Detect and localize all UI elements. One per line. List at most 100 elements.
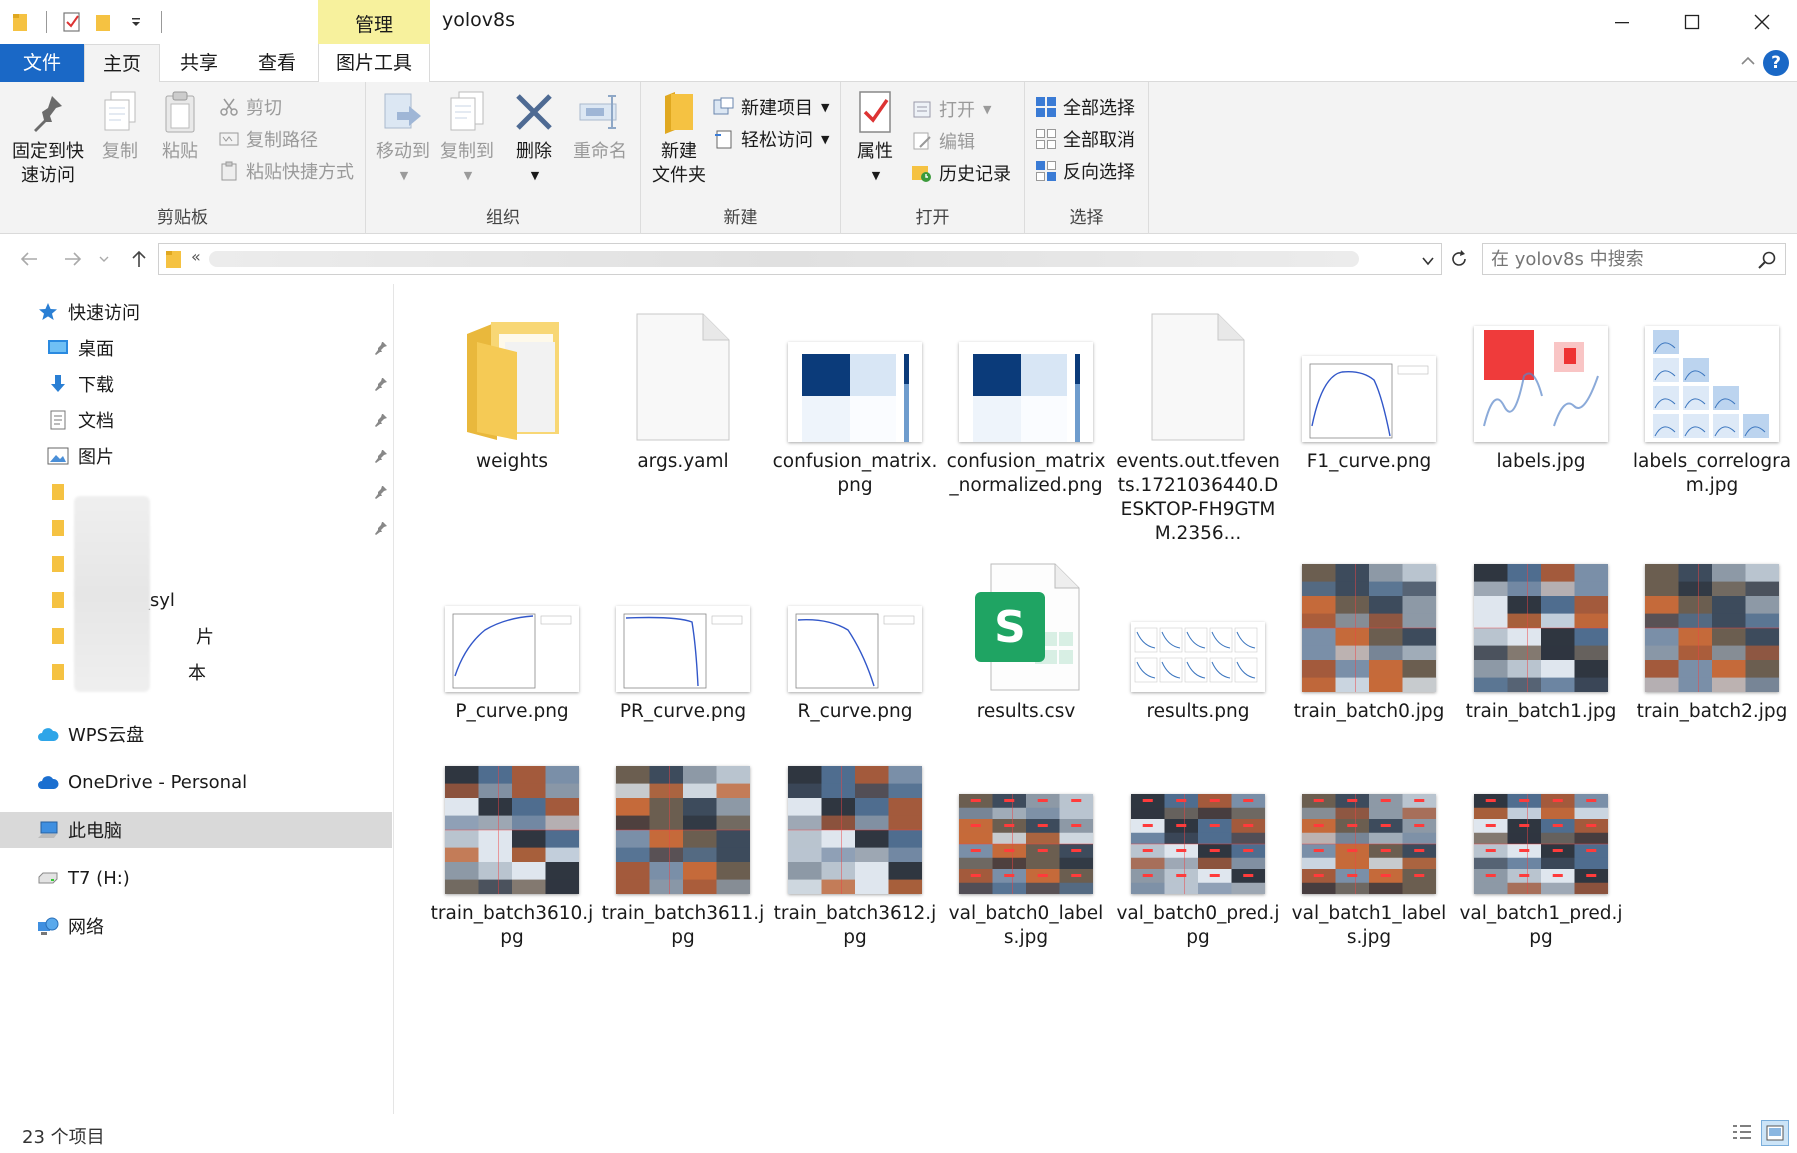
chevron-down-icon: ▼ xyxy=(530,169,540,182)
move-to-button[interactable]: 移动到 ▼ xyxy=(372,90,434,188)
copy-to-button[interactable]: 复制到 ▼ xyxy=(436,90,498,188)
edit-button[interactable]: 编辑 xyxy=(911,126,975,156)
pin-icon[interactable] xyxy=(374,375,388,396)
file-item[interactable]: S results.csv xyxy=(942,552,1110,742)
back-button[interactable] xyxy=(14,244,44,274)
search-icon[interactable] xyxy=(1757,250,1777,275)
pin-icon[interactable] xyxy=(374,447,388,468)
file-item[interactable]: val_batch1_pred.jpg xyxy=(1457,754,1625,948)
nav-downloads[interactable]: 下载 xyxy=(0,366,392,402)
chevron-down-icon[interactable] xyxy=(1421,252,1435,273)
file-item[interactable]: P_curve.png xyxy=(428,552,596,742)
nav-documents[interactable]: 文档 xyxy=(0,402,392,438)
file-item[interactable]: train_batch3611.jpg xyxy=(599,754,767,948)
pin-icon[interactable] xyxy=(374,339,388,360)
recent-locations-button[interactable] xyxy=(94,244,114,274)
copy-path-button[interactable]: 复制路径 xyxy=(218,124,318,154)
file-item[interactable]: events.out.tfevents.1721036440.DESKTOP-F… xyxy=(1114,302,1282,544)
new-folder-button[interactable]: 新建 文件夹 xyxy=(645,90,713,188)
breadcrumb-overflow[interactable]: « xyxy=(191,247,201,266)
file-item[interactable]: results.png xyxy=(1114,552,1282,742)
file-item[interactable]: confusion_matrix_normalized.png xyxy=(942,302,1110,542)
file-item[interactable]: labels_correlogram.jpg xyxy=(1628,302,1796,542)
delete-button[interactable]: 删除 ▼ xyxy=(506,90,562,188)
file-item[interactable]: confusion_matrix.png xyxy=(771,302,939,542)
file-list[interactable]: weights args.yaml confusion_matrix.png c… xyxy=(396,284,1797,1114)
easy-access-button[interactable]: 轻松访问 ▼ xyxy=(713,124,829,154)
properties-check-icon[interactable] xyxy=(61,11,83,33)
rename-button[interactable]: 重命名 xyxy=(566,90,634,164)
close-button[interactable] xyxy=(1727,0,1797,44)
chevron-up-icon[interactable] xyxy=(1739,52,1757,75)
customize-dropdown-icon[interactable] xyxy=(125,11,147,33)
copy-button[interactable]: 复制 xyxy=(92,90,148,164)
nav-wps-cloud[interactable]: WPS云盘 xyxy=(0,716,392,752)
pin-quick-access-button[interactable]: 固定到快 速访问 xyxy=(6,90,90,188)
pin-icon[interactable] xyxy=(374,519,388,540)
nav-network[interactable]: 网络 xyxy=(0,908,392,944)
nav-pinned-folder[interactable] xyxy=(0,510,392,546)
file-item[interactable]: val_batch0_pred.jpg xyxy=(1114,754,1282,948)
cut-button[interactable]: 剪切 xyxy=(218,92,282,122)
folder-icon[interactable] xyxy=(10,11,32,33)
select-all-button[interactable]: 全部选择 xyxy=(1035,92,1135,122)
file-item[interactable]: train_batch0.jpg xyxy=(1285,552,1453,742)
search-box[interactable] xyxy=(1482,243,1786,275)
select-none-button[interactable]: 全部取消 xyxy=(1035,124,1135,154)
address-bar[interactable]: « xyxy=(158,243,1442,275)
file-item[interactable]: train_batch3610.jpg xyxy=(428,754,596,948)
file-item[interactable]: PR_curve.png xyxy=(599,552,767,742)
paste-button[interactable]: 粘贴 xyxy=(152,90,208,164)
pin-icon[interactable] xyxy=(374,483,388,504)
nav-desktop[interactable]: 桌面 xyxy=(0,330,392,366)
window-title: yolov8s xyxy=(442,9,516,31)
file-item[interactable]: args.yaml xyxy=(599,302,767,542)
refresh-button[interactable] xyxy=(1444,243,1474,275)
paste-shortcut-button[interactable]: 粘贴快捷方式 xyxy=(218,156,354,186)
nav-pictures[interactable]: 图片 xyxy=(0,438,392,474)
large-icons-view-icon[interactable] xyxy=(1761,1120,1789,1146)
nav-drive-t7[interactable]: T7 (H:) xyxy=(0,860,392,896)
nav-onedrive[interactable]: OneDrive - Personal xyxy=(0,764,392,800)
manage-context-tab[interactable]: 管理 xyxy=(318,0,430,44)
pin-icon[interactable] xyxy=(374,411,388,432)
new-item-button[interactable]: 新建项目 ▼ xyxy=(713,92,829,122)
file-item[interactable]: val_batch0_labels.jpg xyxy=(942,754,1110,948)
nav-quick-access[interactable]: 快速访问 xyxy=(0,294,392,330)
tab-share[interactable]: 共享 xyxy=(160,44,238,82)
tab-file[interactable]: 文件 xyxy=(0,44,84,82)
file-item[interactable]: train_batch3612.jpg xyxy=(771,754,939,948)
file-item[interactable]: train_batch1.jpg xyxy=(1457,552,1625,742)
details-view-icon[interactable] xyxy=(1731,1122,1753,1147)
search-input[interactable] xyxy=(1491,244,1741,274)
file-item[interactable]: R_curve.png xyxy=(771,552,939,742)
history-button[interactable]: 历史记录 xyxy=(911,158,1011,188)
tab-home[interactable]: 主页 xyxy=(84,44,160,83)
nav-folder[interactable]: 08_syl xyxy=(0,582,392,618)
file-item[interactable]: train_batch2.jpg xyxy=(1628,552,1796,742)
properties-button[interactable]: 属性 ▼ xyxy=(845,90,905,188)
nav-this-pc[interactable]: 此电脑 xyxy=(0,812,392,848)
help-icon[interactable]: ? xyxy=(1763,50,1789,76)
folder-item[interactable]: weights xyxy=(428,302,596,542)
tab-picture-tools[interactable]: 图片工具 xyxy=(318,44,430,82)
maximize-button[interactable] xyxy=(1657,0,1727,44)
tab-view[interactable]: 查看 xyxy=(238,44,316,82)
invert-selection-button[interactable]: 反向选择 xyxy=(1035,156,1135,186)
forward-button[interactable] xyxy=(58,244,88,274)
file-name: events.out.tfevents.1721036440.DESKTOP-F… xyxy=(1116,451,1280,544)
file-item[interactable]: val_batch1_labels.jpg xyxy=(1285,754,1453,948)
up-button[interactable] xyxy=(124,244,154,274)
new-folder-icon[interactable] xyxy=(93,11,115,33)
nav-folder[interactable] xyxy=(0,546,392,582)
invert-selection-icon xyxy=(1035,160,1057,182)
nav-pinned-folder[interactable] xyxy=(0,474,392,510)
file-item[interactable]: F1_curve.png xyxy=(1285,302,1453,542)
open-button[interactable]: 打开 ▼ xyxy=(911,94,991,124)
nav-folder[interactable]: 本 xyxy=(0,654,392,690)
file-item[interactable]: labels.jpg xyxy=(1457,302,1625,542)
nav-folder[interactable]: 片 xyxy=(0,618,392,654)
minimize-button[interactable] xyxy=(1587,0,1657,44)
nav-label: 片 xyxy=(196,627,214,648)
nav-label: 网络 xyxy=(68,917,104,938)
